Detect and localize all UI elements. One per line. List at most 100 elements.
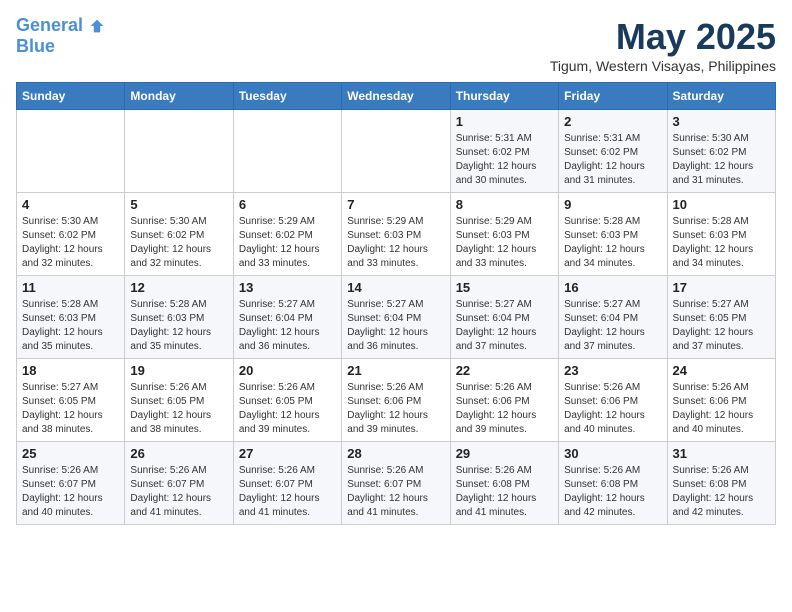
calendar-week-5: 25 Sunrise: 5:26 AM Sunset: 6:07 PM Dayli… [17, 442, 776, 525]
day-number: 3 [673, 114, 770, 129]
calendar-cell: 19Sunrise: 5:26 AM Sunset: 6:05 PM Dayli… [125, 359, 233, 442]
day-info: Sunrise: 5:27 AM Sunset: 6:04 PM Dayligh… [456, 298, 553, 354]
calendar-cell: 4 Sunrise: 5:30 AM Sunset: 6:02 PM Daylig… [17, 193, 125, 276]
calendar-cell [233, 110, 341, 193]
day-info: Sunrise: 5:26 AM Sunset: 6:07 PM Dayligh… [239, 464, 336, 520]
calendar-cell: 1 Sunrise: 5:31 AM Sunset: 6:02 PM Daylig… [450, 110, 558, 193]
location-title: Tigum, Western Visayas, Philippines [550, 58, 776, 74]
day-number: 26 [130, 446, 227, 461]
calendar-cell: 27 Sunrise: 5:26 AM Sunset: 6:07 PM Dayli… [233, 442, 341, 525]
day-number: 29 [456, 446, 553, 461]
calendar-cell: 24 Sunrise: 5:26 AM Sunset: 6:06 PM Dayli… [667, 359, 775, 442]
calendar-cell: 10 Sunrise: 5:28 AM Sunset: 6:03 PM Dayli… [667, 193, 775, 276]
calendar-cell: 16 Sunrise: 5:27 AM Sunset: 6:04 PM Dayli… [559, 276, 667, 359]
calendar-cell: 2Sunrise: 5:31 AM Sunset: 6:02 PM Daylig… [559, 110, 667, 193]
month-title: May 2025 [550, 16, 776, 58]
day-number: 1 [456, 114, 553, 129]
day-number: 23 [564, 363, 661, 378]
day-number: 2 [564, 114, 661, 129]
calendar-cell: 29 Sunrise: 5:26 AM Sunset: 6:08 PM Dayli… [450, 442, 558, 525]
day-info: Sunrise: 5:26 AM Sunset: 6:06 PM Dayligh… [673, 381, 770, 437]
calendar-cell: 14 Sunrise: 5:27 AM Sunset: 6:04 PM Dayli… [342, 276, 450, 359]
day-info: Sunrise: 5:28 AM Sunset: 6:03 PM Dayligh… [22, 298, 119, 354]
calendar-cell: 6 Sunrise: 5:29 AM Sunset: 6:02 PM Daylig… [233, 193, 341, 276]
day-info: Sunrise: 5:29 AM Sunset: 6:03 PM Dayligh… [347, 215, 444, 271]
day-number: 4 [22, 197, 119, 212]
calendar-cell: 26Sunrise: 5:26 AM Sunset: 6:07 PM Dayli… [125, 442, 233, 525]
weekday-tuesday: Tuesday [233, 83, 341, 110]
calendar-cell: 5Sunrise: 5:30 AM Sunset: 6:02 PM Daylig… [125, 193, 233, 276]
page-header: General Blue May 2025 Tigum, Western Vis… [16, 16, 776, 74]
day-number: 28 [347, 446, 444, 461]
day-info: Sunrise: 5:27 AM Sunset: 6:04 PM Dayligh… [239, 298, 336, 354]
day-info: Sunrise: 5:26 AM Sunset: 6:06 PM Dayligh… [456, 381, 553, 437]
day-number: 14 [347, 280, 444, 295]
day-number: 20 [239, 363, 336, 378]
day-number: 7 [347, 197, 444, 212]
title-block: May 2025 Tigum, Western Visayas, Philipp… [550, 16, 776, 74]
day-number: 25 [22, 446, 119, 461]
day-number: 18 [22, 363, 119, 378]
day-number: 16 [564, 280, 661, 295]
calendar-cell: 11Sunrise: 5:28 AM Sunset: 6:03 PM Dayli… [17, 276, 125, 359]
day-info: Sunrise: 5:27 AM Sunset: 6:05 PM Dayligh… [22, 381, 119, 437]
calendar-cell [342, 110, 450, 193]
calendar-cell: 17Sunrise: 5:27 AM Sunset: 6:05 PM Dayli… [667, 276, 775, 359]
day-number: 27 [239, 446, 336, 461]
day-info: Sunrise: 5:26 AM Sunset: 6:05 PM Dayligh… [130, 381, 227, 437]
day-number: 31 [673, 446, 770, 461]
day-number: 8 [456, 197, 553, 212]
calendar-cell: 12 Sunrise: 5:28 AM Sunset: 6:03 PM Dayli… [125, 276, 233, 359]
day-info: Sunrise: 5:28 AM Sunset: 6:03 PM Dayligh… [130, 298, 227, 354]
logo-blue: Blue [16, 36, 106, 57]
day-number: 12 [130, 280, 227, 295]
calendar-cell: 13 Sunrise: 5:27 AM Sunset: 6:04 PM Dayli… [233, 276, 341, 359]
day-number: 30 [564, 446, 661, 461]
calendar-week-3: 11Sunrise: 5:28 AM Sunset: 6:03 PM Dayli… [17, 276, 776, 359]
weekday-sunday: Sunday [17, 83, 125, 110]
day-number: 15 [456, 280, 553, 295]
day-info: Sunrise: 5:27 AM Sunset: 6:04 PM Dayligh… [347, 298, 444, 354]
day-number: 21 [347, 363, 444, 378]
calendar-cell: 20 Sunrise: 5:26 AM Sunset: 6:05 PM Dayli… [233, 359, 341, 442]
day-info: Sunrise: 5:26 AM Sunset: 6:08 PM Dayligh… [564, 464, 661, 520]
calendar-cell [17, 110, 125, 193]
calendar-cell: 3Sunrise: 5:30 AM Sunset: 6:02 PM Daylig… [667, 110, 775, 193]
day-number: 10 [673, 197, 770, 212]
day-number: 24 [673, 363, 770, 378]
day-info: Sunrise: 5:26 AM Sunset: 6:08 PM Dayligh… [456, 464, 553, 520]
calendar-cell: 30 Sunrise: 5:26 AM Sunset: 6:08 PM Dayli… [559, 442, 667, 525]
weekday-wednesday: Wednesday [342, 83, 450, 110]
calendar-cell [125, 110, 233, 193]
weekday-header-row: SundayMondayTuesdayWednesdayThursdayFrid… [17, 83, 776, 110]
calendar-cell: 25 Sunrise: 5:26 AM Sunset: 6:07 PM Dayli… [17, 442, 125, 525]
day-info: Sunrise: 5:26 AM Sunset: 6:07 PM Dayligh… [22, 464, 119, 520]
day-info: Sunrise: 5:26 AM Sunset: 6:06 PM Dayligh… [347, 381, 444, 437]
logo-icon [89, 18, 105, 34]
calendar-cell: 28Sunrise: 5:26 AM Sunset: 6:07 PM Dayli… [342, 442, 450, 525]
calendar-week-4: 18 Sunrise: 5:27 AM Sunset: 6:05 PM Dayli… [17, 359, 776, 442]
weekday-friday: Friday [559, 83, 667, 110]
calendar-cell: 18 Sunrise: 5:27 AM Sunset: 6:05 PM Dayli… [17, 359, 125, 442]
day-info: Sunrise: 5:29 AM Sunset: 6:02 PM Dayligh… [239, 215, 336, 271]
day-info: Sunrise: 5:31 AM Sunset: 6:02 PM Dayligh… [456, 132, 553, 188]
day-info: Sunrise: 5:30 AM Sunset: 6:02 PM Dayligh… [22, 215, 119, 271]
day-number: 6 [239, 197, 336, 212]
logo-text: General [16, 16, 106, 36]
day-info: Sunrise: 5:28 AM Sunset: 6:03 PM Dayligh… [564, 215, 661, 271]
day-info: Sunrise: 5:28 AM Sunset: 6:03 PM Dayligh… [673, 215, 770, 271]
day-number: 17 [673, 280, 770, 295]
calendar-cell: 22 Sunrise: 5:26 AM Sunset: 6:06 PM Dayli… [450, 359, 558, 442]
day-number: 22 [456, 363, 553, 378]
day-info: Sunrise: 5:26 AM Sunset: 6:06 PM Dayligh… [564, 381, 661, 437]
calendar-cell: 21 Sunrise: 5:26 AM Sunset: 6:06 PM Dayli… [342, 359, 450, 442]
calendar-cell: 23 Sunrise: 5:26 AM Sunset: 6:06 PM Dayli… [559, 359, 667, 442]
day-info: Sunrise: 5:27 AM Sunset: 6:04 PM Dayligh… [564, 298, 661, 354]
calendar-cell: 15 Sunrise: 5:27 AM Sunset: 6:04 PM Dayli… [450, 276, 558, 359]
calendar-cell: 9 Sunrise: 5:28 AM Sunset: 6:03 PM Daylig… [559, 193, 667, 276]
calendar-week-1: 1 Sunrise: 5:31 AM Sunset: 6:02 PM Daylig… [17, 110, 776, 193]
day-number: 13 [239, 280, 336, 295]
day-number: 9 [564, 197, 661, 212]
weekday-monday: Monday [125, 83, 233, 110]
day-info: Sunrise: 5:26 AM Sunset: 6:05 PM Dayligh… [239, 381, 336, 437]
